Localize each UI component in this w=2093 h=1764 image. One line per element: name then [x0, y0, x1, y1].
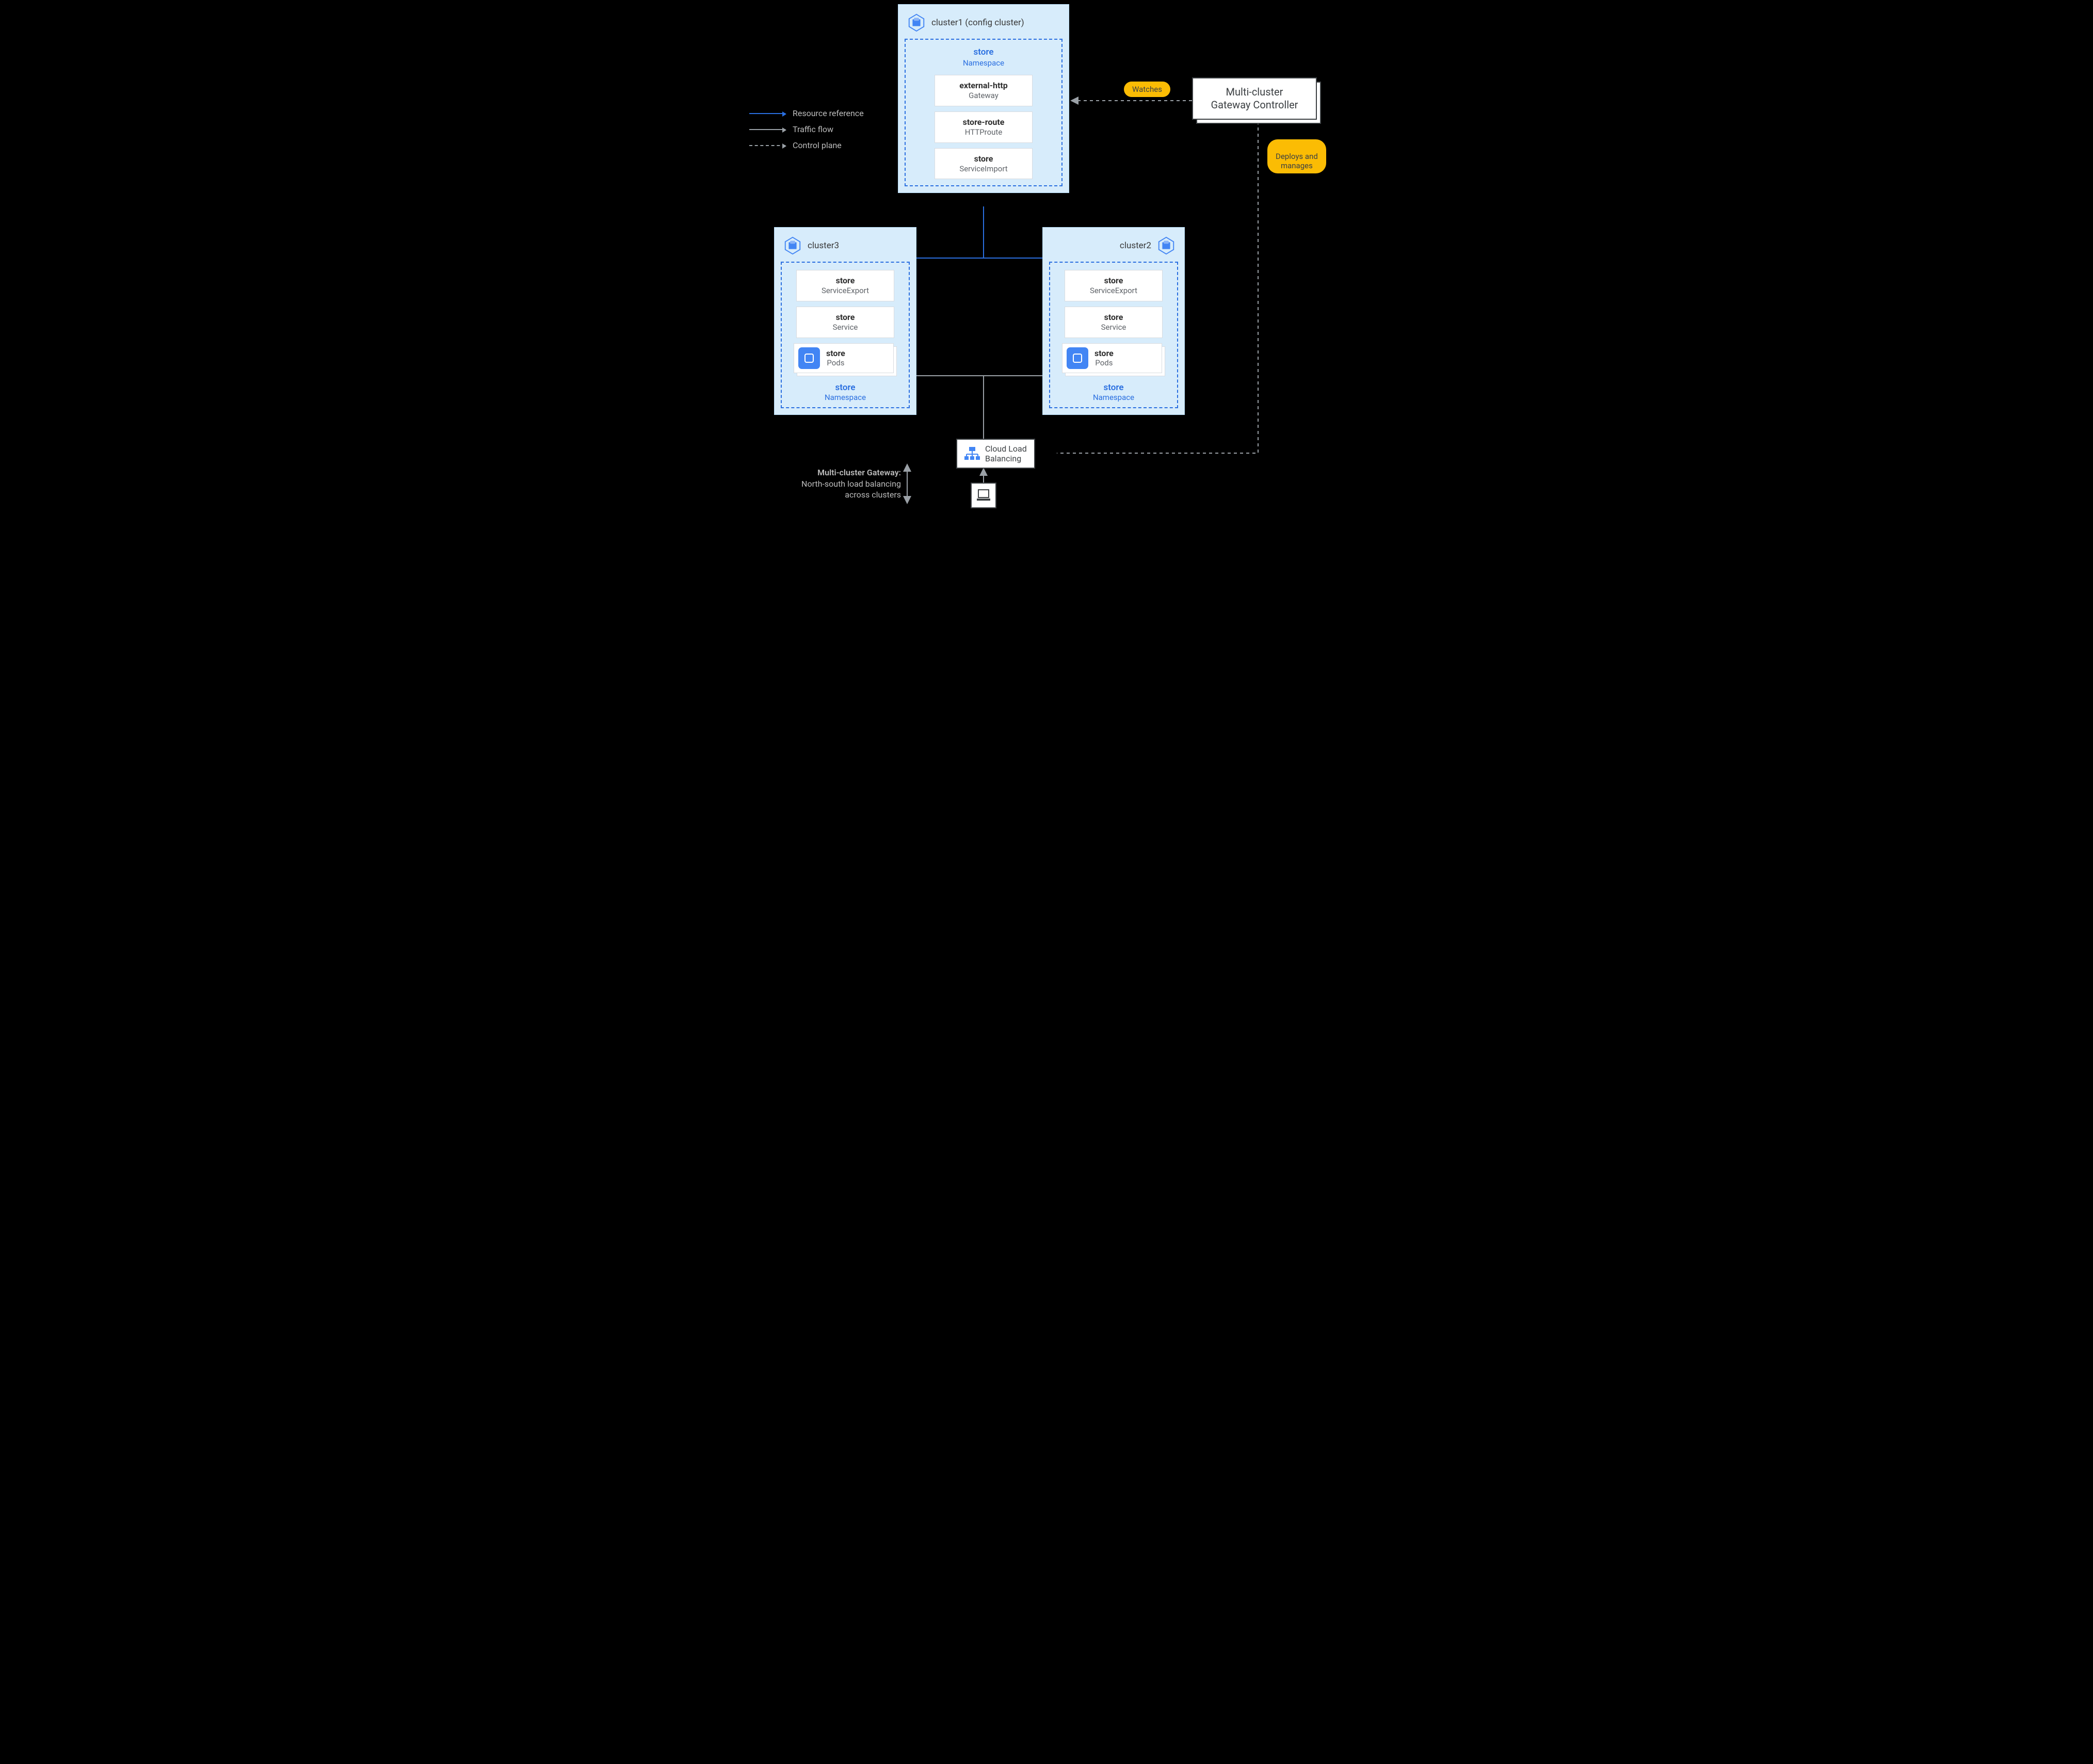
- resource-name: store: [1069, 312, 1158, 323]
- cluster1-header: cluster1 (config cluster): [905, 11, 1062, 39]
- kubernetes-icon: [907, 13, 926, 33]
- cluster2-namespace: store ServiceExport store Service store …: [1049, 262, 1178, 408]
- resource-httproute: store-route HTTProute: [935, 111, 1033, 143]
- resource-serviceexport: store ServiceExport: [1065, 270, 1163, 301]
- resource-kind: Pods: [826, 358, 845, 367]
- resource-kind: HTTProute: [939, 127, 1028, 137]
- resource-serviceexport: store ServiceExport: [796, 270, 894, 301]
- legend-control-plane: Control plane: [749, 140, 864, 150]
- cluster1-title: cluster1 (config cluster): [931, 18, 1024, 28]
- namespace-kind: Namespace: [913, 58, 1054, 68]
- footer-line1: Multi-cluster Gateway:: [773, 467, 901, 478]
- resource-gateway: external-http Gateway: [935, 75, 1033, 106]
- legend-traffic-flow: Traffic flow: [749, 124, 864, 134]
- resource-name: store: [1094, 348, 1114, 358]
- clb-line2: Balancing: [985, 454, 1027, 463]
- footer-line2: North-south load balancing: [773, 478, 901, 490]
- cluster1-namespace: store Namespace external-http Gateway st…: [905, 39, 1062, 186]
- footer-note: Multi-cluster Gateway: North-south load …: [773, 467, 901, 501]
- resource-name: store: [939, 154, 1028, 164]
- controller-line2: Gateway Controller: [1211, 99, 1298, 111]
- pill-label: Deploys and manages: [1276, 152, 1318, 170]
- cluster3-namespace: store ServiceExport store Service store …: [781, 262, 910, 408]
- footer-line3: across clusters: [773, 489, 901, 501]
- resource-pods: store Pods: [1062, 343, 1165, 376]
- cluster2-title: cluster2: [1120, 240, 1151, 251]
- resource-kind: Gateway: [939, 91, 1028, 101]
- resource-name: store: [801, 276, 890, 286]
- resource-service: store Service: [796, 307, 894, 338]
- namespace-name: store: [913, 47, 1054, 57]
- cluster1: cluster1 (config cluster) store Namespac…: [898, 4, 1069, 193]
- namespace-kind: Namespace: [1057, 393, 1170, 402]
- resource-name: store: [801, 312, 890, 323]
- pod-icon: [798, 347, 820, 369]
- legend-label: Control plane: [793, 140, 842, 150]
- client-laptop: [971, 483, 996, 508]
- cluster3-header: cluster3: [781, 234, 910, 262]
- cluster3-title: cluster3: [808, 240, 839, 251]
- resource-kind: ServiceExport: [801, 286, 890, 296]
- namespace-name: store: [789, 382, 901, 393]
- pill-label: Watches: [1132, 85, 1162, 94]
- gateway-controller: Multi-cluster Gateway Controller: [1192, 77, 1321, 124]
- namespace-name: store: [1057, 382, 1170, 393]
- pill-deploys: Deploys and manages: [1267, 139, 1326, 173]
- resource-kind: ServiceExport: [1069, 286, 1158, 296]
- legend-label: Resource reference: [793, 108, 864, 118]
- resource-pods: store Pods: [794, 343, 897, 376]
- resource-name: store: [826, 348, 845, 358]
- cluster2-header: cluster2: [1049, 234, 1178, 262]
- resource-kind: Pods: [1094, 358, 1114, 367]
- controller-line1: Multi-cluster: [1211, 86, 1298, 99]
- cloud-load-balancing: Cloud Load Balancing: [956, 439, 1035, 469]
- clb-line1: Cloud Load: [985, 444, 1027, 454]
- legend-resource-reference: Resource reference: [749, 108, 864, 118]
- cluster2: cluster2 store ServiceExport store Servi…: [1042, 227, 1185, 415]
- legend-label: Traffic flow: [793, 124, 833, 134]
- resource-kind: ServiceImport: [939, 164, 1028, 174]
- kubernetes-icon: [1156, 236, 1176, 255]
- pill-watches: Watches: [1124, 82, 1170, 97]
- pod-icon: [1067, 347, 1088, 369]
- diagram-canvas: Resource reference Traffic flow Control …: [742, 0, 1351, 516]
- resource-serviceimport: store ServiceImport: [935, 148, 1033, 180]
- resource-name: store-route: [939, 117, 1028, 127]
- namespace-kind: Namespace: [789, 393, 901, 402]
- load-balancer-icon: [964, 446, 980, 461]
- laptop-icon: [976, 489, 991, 502]
- kubernetes-icon: [783, 236, 802, 255]
- resource-kind: Service: [801, 323, 890, 332]
- resource-kind: Service: [1069, 323, 1158, 332]
- cluster3: cluster3 store ServiceExport store Servi…: [774, 227, 916, 415]
- resource-name: store: [1069, 276, 1158, 286]
- resource-name: external-http: [939, 81, 1028, 91]
- resource-service: store Service: [1065, 307, 1163, 338]
- legend: Resource reference Traffic flow Control …: [749, 108, 864, 156]
